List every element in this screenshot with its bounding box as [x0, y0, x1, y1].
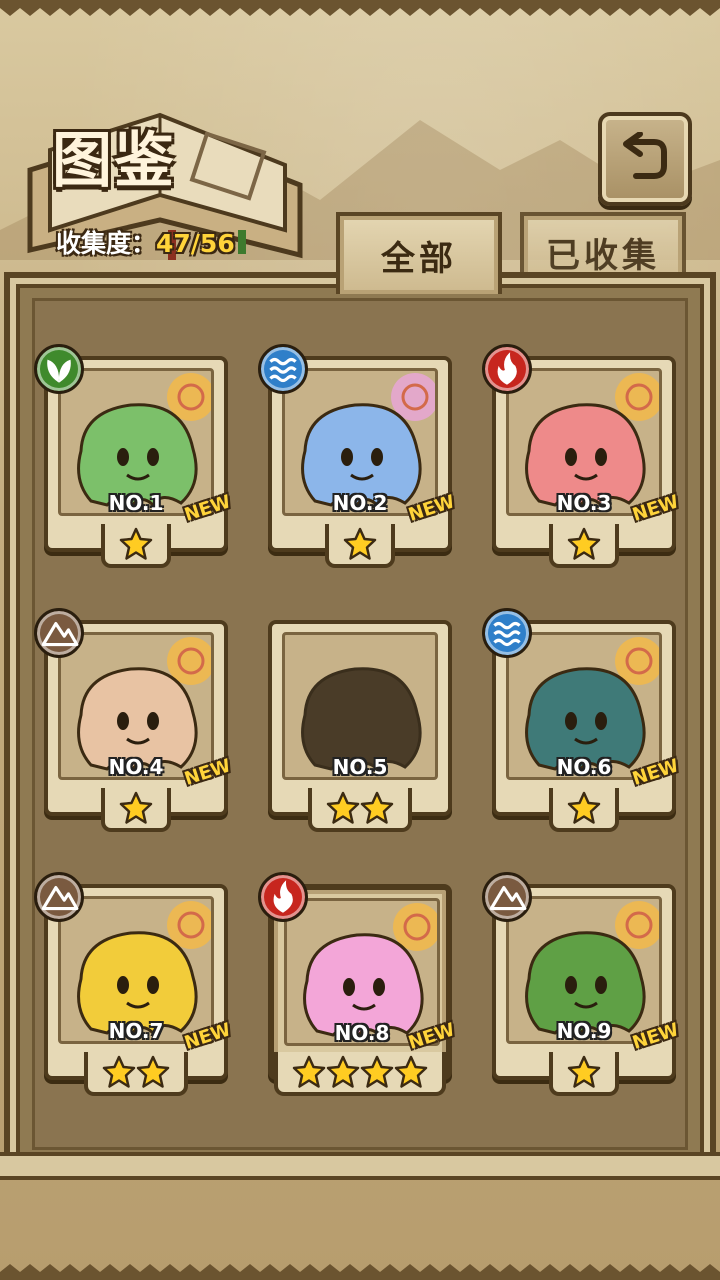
rarity-stars	[44, 788, 228, 834]
panel-bottom-bar	[0, 1152, 720, 1180]
star-icon	[360, 1055, 394, 1088]
monster-card[interactable]: NO.5	[268, 620, 452, 838]
collection-value: 47/56	[156, 229, 235, 258]
monster-portrait: NO.5	[282, 632, 438, 780]
star-icon	[292, 1055, 326, 1088]
monster-portrait: NO.6	[506, 632, 662, 780]
star-icon	[119, 527, 153, 560]
rarity-stars	[44, 1052, 228, 1098]
rarity-stars	[492, 1052, 676, 1098]
star-icon	[394, 1055, 428, 1088]
star-icon	[136, 1055, 170, 1088]
tab-all[interactable]: 全部	[336, 212, 502, 294]
collection-label: 收集度：	[56, 229, 157, 258]
monster-card[interactable]: NO.8 NEW	[258, 872, 457, 1102]
monster-portrait: NO.8	[284, 898, 440, 1046]
grass-element-icon	[34, 344, 84, 394]
rarity-stars	[492, 788, 676, 834]
bottom-border	[0, 1264, 720, 1280]
water-element-icon	[258, 344, 308, 394]
monster-card[interactable]: NO.6 NEW	[482, 608, 681, 838]
monster-portrait: NO.2	[282, 368, 438, 516]
back-arrow-icon	[623, 132, 667, 179]
back-button[interactable]	[598, 112, 692, 206]
star-icon	[326, 1055, 360, 1088]
fire-element-icon	[258, 872, 308, 922]
star-icon	[119, 791, 153, 824]
star-icon	[360, 791, 394, 824]
rarity-stars	[268, 524, 452, 570]
monster-card[interactable]: NO.7 NEW	[34, 872, 233, 1102]
monster-portrait: NO.1	[58, 368, 214, 516]
monster-card[interactable]: NO.3 NEW	[482, 344, 681, 574]
earth-element-icon	[482, 872, 532, 922]
rarity-stars	[44, 524, 228, 570]
star-icon	[567, 1055, 601, 1088]
rarity-stars	[268, 1052, 452, 1098]
star-icon	[567, 791, 601, 824]
rarity-stars	[268, 788, 452, 834]
water-element-icon	[482, 608, 532, 658]
rarity-stars	[492, 524, 676, 570]
monster-card[interactable]: NO.9 NEW	[482, 872, 681, 1102]
star-icon	[567, 527, 601, 560]
earth-element-icon	[34, 872, 84, 922]
monster-card[interactable]: NO.2 NEW	[258, 344, 457, 574]
monster-card[interactable]: NO.1 NEW	[34, 344, 233, 574]
page-title: 图鉴	[52, 126, 176, 196]
monster-portrait: NO.7	[58, 896, 214, 1044]
monster-portrait: NO.4	[58, 632, 214, 780]
earth-element-icon	[34, 608, 84, 658]
monster-portrait: NO.9	[506, 896, 662, 1044]
card-frame: NO.5	[268, 620, 452, 816]
monster-portrait: NO.3	[506, 368, 662, 516]
collection-progress: 收集度：47/56	[56, 224, 235, 260]
star-icon	[326, 791, 360, 824]
top-border	[0, 0, 720, 16]
star-icon	[102, 1055, 136, 1088]
monster-number: NO.5	[332, 755, 388, 779]
star-icon	[343, 527, 377, 560]
monster-card[interactable]: NO.4 NEW	[34, 608, 233, 838]
fire-element-icon	[482, 344, 532, 394]
